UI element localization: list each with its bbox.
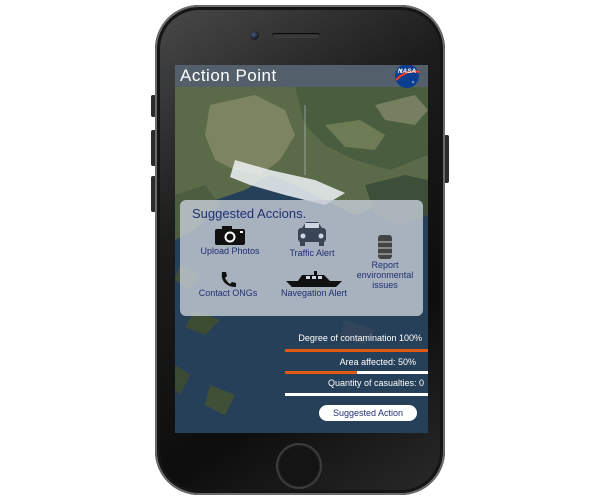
car-icon [298, 222, 326, 246]
upload-photos-action[interactable]: Upload Photos [190, 224, 270, 256]
app-title: Action Point [180, 66, 277, 85]
navegation-alert-action[interactable]: Navegation Alert [268, 270, 360, 298]
area-affected-label: Area affected: 50% [339, 357, 416, 367]
front-camera [250, 31, 259, 40]
traffic-alert-action[interactable]: Traffic Alert [276, 220, 348, 258]
panel-title: Suggested Accions. [192, 206, 307, 221]
app-screen: Action Point NASA Suggested Accions. Upl… [175, 65, 428, 433]
ship-icon [286, 271, 342, 287]
casualties-bar [285, 393, 428, 396]
traffic-alert-label: Traffic Alert [289, 248, 335, 258]
barrel-icon [378, 235, 392, 259]
contamination-bar [285, 349, 428, 352]
contact-ongs-label: Contact ONGs [198, 288, 258, 298]
nasa-logo-text: NASA [397, 68, 417, 75]
suggested-action-button[interactable]: Suggested Action [319, 405, 417, 421]
area-affected-bar-fill [285, 371, 357, 374]
suggested-actions-panel: Suggested Accions. Upload Photos Traffic… [180, 200, 423, 316]
navegation-alert-label: Navegation Alert [280, 288, 348, 298]
phone-icon [221, 272, 236, 287]
contamination-bar-fill [285, 349, 428, 352]
upload-photos-label: Upload Photos [200, 246, 260, 256]
camera-icon [215, 226, 245, 245]
contact-ongs-action[interactable]: Contact ONGs [188, 270, 268, 298]
earpiece-speaker [272, 33, 320, 38]
area-affected-bar [285, 371, 428, 374]
contamination-label: Degree of contamination 100% [298, 333, 422, 343]
casualties-label: Quantity of casualties: 0 [327, 378, 424, 388]
home-button[interactable] [278, 445, 320, 487]
